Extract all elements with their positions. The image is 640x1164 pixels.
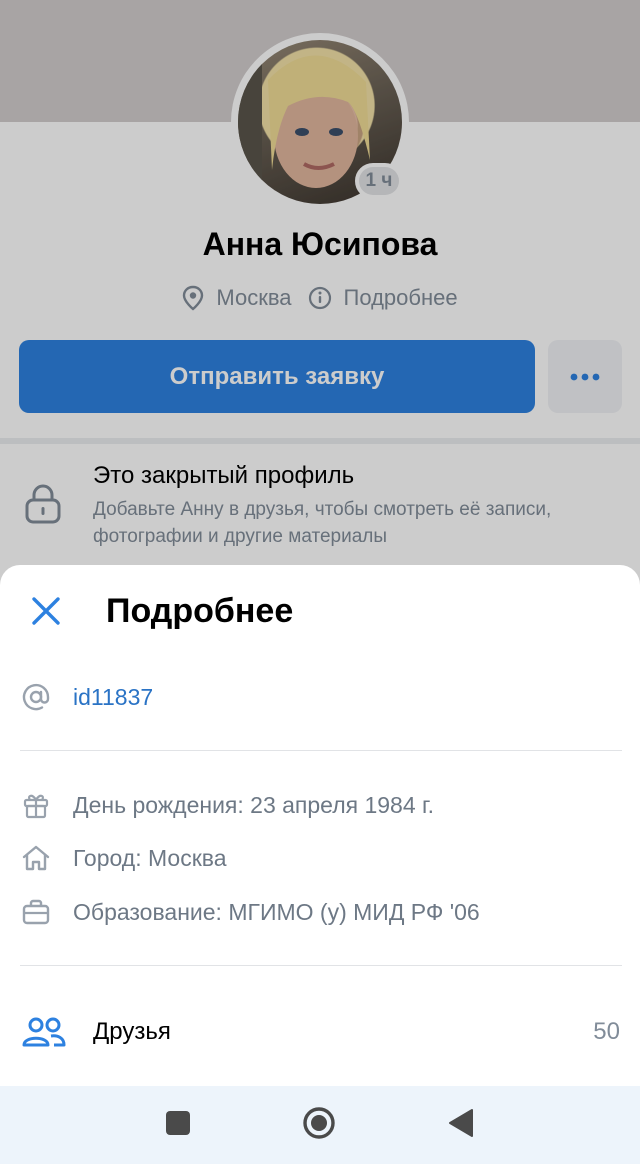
friends-icon <box>22 1016 66 1048</box>
home-icon <box>20 842 52 874</box>
friends-label: Друзья <box>93 1018 171 1045</box>
screen: 1 ч Анна Юсипова Москва Подробнее Отправ… <box>0 0 640 1164</box>
square-icon <box>165 1110 191 1141</box>
at-sign-icon <box>20 681 52 713</box>
friends-row[interactable]: Друзья 50 <box>0 1008 640 1056</box>
close-button[interactable] <box>26 593 66 633</box>
birthday-text: День рождения: 23 апреля 1984 г. <box>73 791 434 818</box>
education-row: Образование: МГИМО (у) МИД РФ '06 <box>0 888 640 936</box>
sheet-divider <box>20 965 622 966</box>
sheet-divider <box>20 750 622 751</box>
briefcase-icon <box>20 896 52 928</box>
user-id-row[interactable]: id11837 <box>0 673 640 721</box>
city-row: Город: Москва <box>0 834 640 882</box>
sheet-title: Подробнее <box>106 592 294 630</box>
city-text: Город: Москва <box>73 844 227 871</box>
birthday-row: День рождения: 23 апреля 1984 г. <box>0 781 640 829</box>
back-button[interactable] <box>444 1108 478 1142</box>
back-triangle-icon <box>448 1108 474 1143</box>
home-button[interactable] <box>302 1106 336 1145</box>
education-text: Образование: МГИМО (у) МИД РФ '06 <box>73 898 480 925</box>
recent-apps-button[interactable] <box>161 1108 195 1142</box>
user-id-link[interactable]: id11837 <box>73 684 153 711</box>
details-sheet: Подробнее id11837 День рождения: 23 апре… <box>0 565 640 1086</box>
navigation-bar <box>0 1086 640 1164</box>
circle-home-icon <box>302 1106 336 1145</box>
gift-icon <box>20 789 52 821</box>
friends-count: 50 <box>593 1018 620 1045</box>
close-icon <box>31 596 61 631</box>
